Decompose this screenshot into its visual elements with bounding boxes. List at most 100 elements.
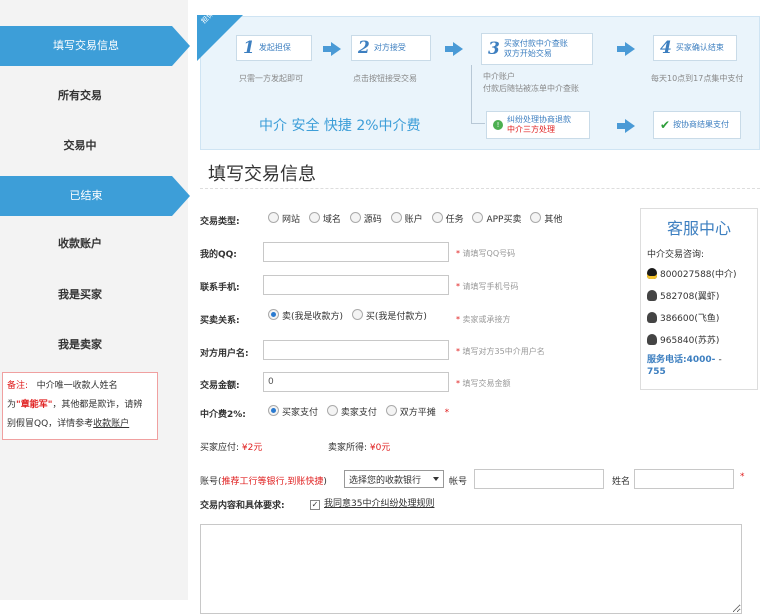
peer-username-input[interactable]: [263, 340, 449, 360]
arrow-right-icon: [323, 42, 341, 56]
phone-hint: * 请填写手机号码: [456, 282, 519, 291]
step-1-sub: 只需一方发起即可: [239, 74, 303, 83]
dispute-box: ! 纠纷处理协商退款 中介三方处理: [486, 111, 590, 139]
step-number: 1: [243, 38, 255, 58]
trade-type-option[interactable]: 网站: [268, 212, 300, 225]
radio-icon: [326, 405, 338, 416]
radio-icon: [349, 212, 361, 223]
relation-hint: * 卖家或承接方: [456, 315, 511, 324]
phone-line1: 服务电话:4000-: [647, 355, 716, 365]
account-label-recommend: 推荐工行等银行,到账快捷: [221, 477, 324, 487]
phone-input[interactable]: [263, 275, 449, 295]
bank-select-value: 选择您的收款银行: [349, 476, 422, 486]
step-label: 买家付款中介查账 双方开始交易: [503, 39, 568, 58]
check-icon: ✔: [660, 118, 671, 132]
service-qq[interactable]: 386600(飞鱼): [647, 312, 757, 326]
sidebar-item-i-am-seller[interactable]: 我是卖家: [0, 325, 160, 365]
slogan: 中介 安全 快捷 2%中介费: [259, 118, 421, 134]
account-name-label: 姓名: [612, 477, 631, 487]
content-label: 交易内容和具体要求:: [200, 501, 285, 511]
agree-rules-link[interactable]: 我同意35中介纠纷处理规则: [324, 499, 434, 509]
step-3: 3 买家付款中介查账 双方开始交易: [481, 33, 593, 65]
option-label: 卖(我是收款方): [282, 312, 344, 322]
step-number: 4: [660, 38, 672, 58]
note-payee-name: "章能军": [16, 400, 53, 410]
radio-icon: [530, 212, 542, 223]
sidebar-item-label: 所有交易: [58, 89, 102, 102]
step-4-sub: 每天10点到17点集中支付: [651, 74, 744, 83]
sidebar-item-payee-account[interactable]: 收款账户: [0, 224, 160, 264]
buyer-pay-label: 买家应付:: [200, 443, 240, 453]
trade-type-option[interactable]: 其他: [530, 212, 562, 225]
service-qq[interactable]: 800027588(中介): [647, 268, 757, 282]
payee-account-link[interactable]: 收款账户: [93, 419, 129, 429]
option-label: 买(我是付款方): [365, 312, 427, 322]
radio-icon: [431, 212, 443, 223]
sidebar-item-in-progress[interactable]: 交易中: [0, 126, 160, 166]
arrow-right-icon: [617, 42, 635, 56]
trade-type-option[interactable]: 任务: [431, 212, 464, 225]
trade-type-option[interactable]: 源码: [349, 212, 382, 225]
qq-hint: * 请填写QQ号码: [456, 249, 516, 258]
fee-option-split[interactable]: 双方平摊: [385, 405, 436, 418]
arrow-right-icon: [445, 42, 463, 56]
qq-input[interactable]: [263, 242, 449, 262]
relation-option-seller[interactable]: 卖(我是收款方): [268, 309, 343, 322]
sidebar-item-all-trades[interactable]: 所有交易: [0, 76, 160, 116]
qq-icon: [647, 334, 657, 345]
qq-number: 582708(翼虾): [660, 292, 720, 302]
qq-icon: [647, 268, 657, 279]
service-consult-label: 中介交易咨询:: [647, 250, 705, 260]
option-label: APP买卖: [486, 215, 522, 225]
sidebar-item-finished[interactable]: 已结束: [0, 176, 190, 216]
agree-checkbox[interactable]: ✓: [310, 500, 320, 510]
fee-group: 买家支付 卖家支付 双方平摊 *: [268, 405, 449, 418]
dispute-line2: 中介三方处理: [507, 125, 555, 134]
trade-type-option[interactable]: 账户: [390, 212, 423, 225]
amount-hint: * 填写交易金额: [456, 379, 511, 388]
qq-number: 965840(苏苏): [660, 336, 720, 346]
account-number-input[interactable]: [474, 469, 604, 489]
step-label: 发起担保: [258, 43, 291, 52]
note-line2-post: ，其他都是欺诈，请辨: [52, 400, 143, 410]
service-phone: 服务电话:4000- - 755: [647, 354, 757, 378]
note-line2-pre: 为: [7, 400, 17, 410]
account-label: 账号(推荐工行等银行,到账快捷): [200, 474, 327, 487]
trade-type-option[interactable]: 域名: [308, 212, 341, 225]
content-textarea[interactable]: [200, 524, 742, 614]
peer-hint: * 填写对方35中介用户名: [456, 347, 545, 356]
agree-rules: ✓ 我同意35中介纠纷处理规则: [306, 496, 434, 510]
option-label: 买家支付: [282, 408, 319, 418]
relation-group: 卖(我是收款方) 买(我是付款方): [268, 309, 433, 322]
step-3-sub: 中介账户 付款后随钻被冻单中介查账: [483, 72, 579, 93]
service-qq[interactable]: 965840(苏苏): [647, 334, 757, 348]
bank-select[interactable]: 选择您的收款银行: [344, 470, 444, 488]
service-title: 客服中心: [666, 219, 731, 238]
service-qq[interactable]: 582708(翼虾): [647, 290, 757, 304]
fee-option-seller[interactable]: 卖家支付: [326, 405, 377, 418]
peer-label: 对方用户名:: [200, 349, 249, 359]
dispute-icon: !: [493, 120, 503, 130]
fee-option-buyer[interactable]: 买家支付: [268, 405, 318, 418]
account-label-post: ): [323, 477, 327, 487]
qq-number: 800027588(中介): [660, 270, 737, 280]
phone-extra: -: [718, 355, 722, 365]
sidebar-item-i-am-buyer[interactable]: 我是买家: [0, 275, 160, 315]
note-line1: 中介唯一收款人姓名: [36, 381, 118, 391]
option-label: 双方平摊: [399, 408, 436, 418]
step-number: 3: [488, 39, 500, 59]
radio-icon: [268, 405, 279, 416]
amount-input[interactable]: [263, 372, 449, 392]
service-center: 客服中心 中介交易咨询: 800027588(中介) 582708(翼虾) 38…: [640, 208, 758, 390]
relation-option-buyer[interactable]: 买(我是付款方): [351, 309, 427, 322]
option-label: 任务: [445, 215, 464, 225]
trade-type-option[interactable]: APP买卖: [472, 212, 521, 225]
sidebar-item-fill-info[interactable]: 填写交易信息: [0, 26, 190, 66]
sidebar-item-label: 收款账户: [58, 237, 102, 250]
account-name-input[interactable]: [634, 469, 734, 489]
dispute-result: ✔ 按协商结果支付: [653, 111, 741, 139]
divider: [200, 188, 760, 189]
hint-text: 请填写QQ号码: [462, 249, 516, 258]
warning-note: 备注: 中介唯一收款人姓名 为"章能军"，其他都是欺诈，请辨 别假冒QQ，详情参…: [2, 372, 158, 440]
qq-icon: [647, 312, 657, 323]
